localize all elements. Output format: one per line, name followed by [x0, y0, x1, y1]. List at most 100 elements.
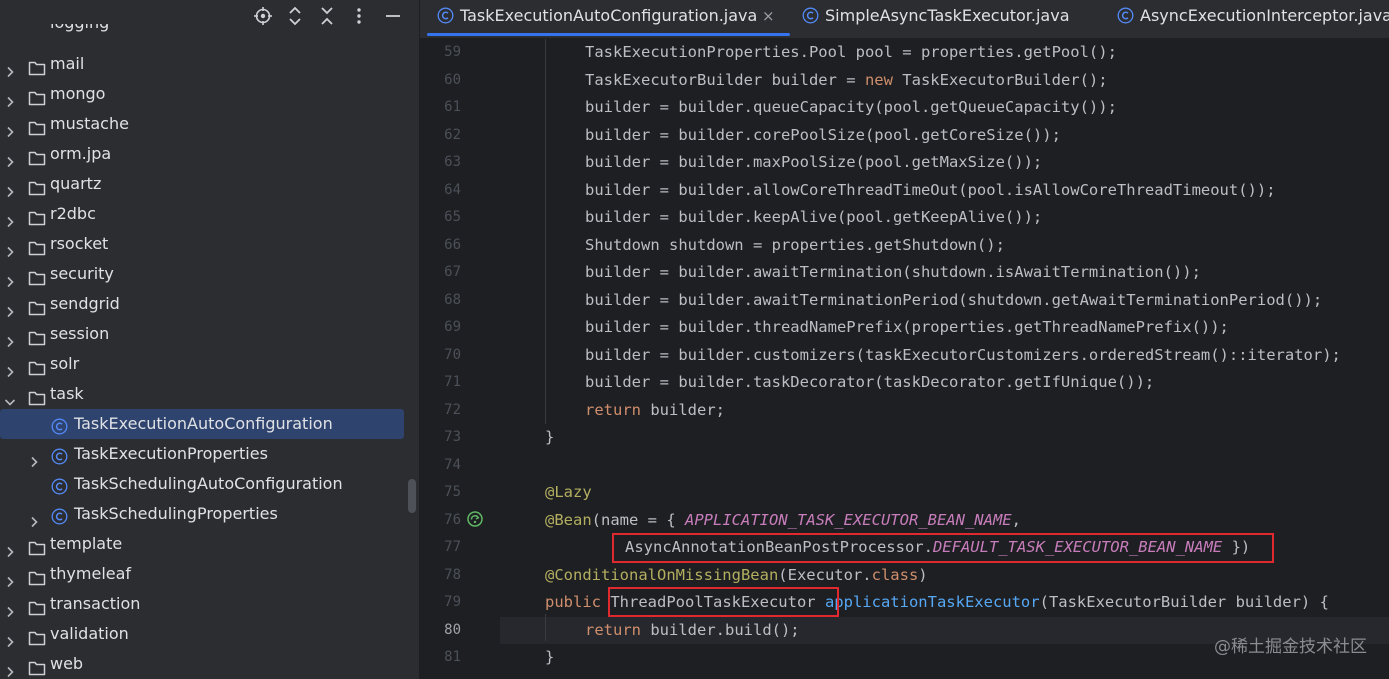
- tab-simple-async-task-executor[interactable]: SimpleAsyncTaskExecutor.java: [802, 0, 1082, 38]
- code-line[interactable]: @ConditionalOnMissingBean(Executor.class…: [545, 562, 928, 589]
- chevron-right-icon[interactable]: [4, 118, 16, 138]
- chevron-right-icon[interactable]: [4, 598, 16, 618]
- code-token: return: [585, 620, 641, 639]
- code-token: builder = builder.taskDecorator(taskDeco…: [585, 373, 1155, 391]
- tree-item-mongo[interactable]: mongo: [0, 79, 404, 109]
- code-token: applicationTaskExecutor: [824, 593, 1040, 611]
- chevron-right-icon[interactable]: [4, 88, 16, 108]
- chevron-right-icon[interactable]: [4, 298, 16, 318]
- bean-navigation-icon[interactable]: [467, 511, 483, 527]
- tab-label: AsyncExecutionInterceptor.java: [1140, 6, 1389, 25]
- tree-item-thymeleaf[interactable]: thymeleaf: [0, 559, 404, 589]
- tree-item-label: solr: [50, 354, 80, 373]
- more-options-icon[interactable]: [348, 4, 370, 26]
- tree-item-label: quartz: [50, 174, 102, 193]
- tree-item-taskexecutionautoconfiguration[interactable]: TaskExecutionAutoConfiguration: [0, 409, 404, 439]
- tree-item-sendgrid[interactable]: sendgrid: [0, 289, 404, 319]
- tree-item-taskschedulingautoconfiguration[interactable]: TaskSchedulingAutoConfiguration: [0, 469, 404, 499]
- chevron-right-icon[interactable]: [4, 268, 16, 288]
- code-line[interactable]: TaskExecutionProperties.Pool pool = prop…: [585, 39, 1117, 66]
- code-line[interactable]: return builder;: [585, 397, 725, 424]
- line-number: 73: [444, 429, 461, 445]
- tree-item-web[interactable]: web: [0, 649, 404, 679]
- code-token: new: [864, 70, 893, 89]
- chevron-right-icon[interactable]: [4, 328, 16, 348]
- tree-item-template[interactable]: template: [0, 529, 404, 559]
- code-line[interactable]: builder = builder.keepAlive(pool.getKeep…: [585, 204, 1042, 231]
- folder-icon: [28, 56, 46, 76]
- code-line[interactable]: builder = builder.awaitTerminationPeriod…: [585, 287, 1322, 314]
- tree-item-mail[interactable]: mail: [0, 49, 404, 79]
- tree-scrollbar[interactable]: [408, 479, 416, 513]
- chevron-right-icon[interactable]: [4, 538, 16, 558]
- tree-item-session[interactable]: session: [0, 319, 404, 349]
- code-line[interactable]: builder = builder.awaitTermination(shutd…: [585, 259, 1201, 286]
- line-number: 60: [444, 71, 461, 88]
- code-line[interactable]: builder = builder.customizers(taskExecut…: [585, 342, 1341, 369]
- chevron-right-icon[interactable]: [28, 508, 40, 528]
- code-line[interactable]: builder = builder.threadNamePrefix(prope…: [585, 314, 1229, 341]
- code-line[interactable]: builder = builder.queueCapacity(pool.get…: [585, 94, 1117, 121]
- folder-icon: [28, 266, 46, 286]
- tree-item-solr[interactable]: solr: [0, 349, 404, 379]
- tab-async-execution-interceptor[interactable]: AsyncExecutionInterceptor.java: [1117, 0, 1389, 38]
- code-line[interactable]: return builder.build();: [585, 617, 800, 644]
- code-line[interactable]: @Lazy: [545, 479, 592, 506]
- tree-item-label: rsocket: [50, 234, 109, 253]
- chevron-right-icon[interactable]: [4, 238, 16, 258]
- chevron-right-icon[interactable]: [28, 448, 40, 468]
- tree-item-r2dbc[interactable]: r2dbc: [0, 199, 404, 229]
- code-token: class: [871, 565, 919, 584]
- chevron-down-icon[interactable]: [4, 388, 16, 406]
- tree-item-transaction[interactable]: transaction: [0, 589, 404, 619]
- code-line[interactable]: builder = builder.corePoolSize(pool.getC…: [585, 122, 1061, 149]
- tree-item-label: mail: [50, 54, 85, 73]
- tree-item-taskexecutionproperties[interactable]: TaskExecutionProperties: [0, 439, 404, 469]
- chevron-right-icon[interactable]: [4, 628, 16, 648]
- expand-collapse-icon[interactable]: [284, 4, 306, 26]
- line-number: 67: [444, 264, 461, 280]
- code-token: (name = {: [591, 510, 685, 529]
- tab-task-execution-auto-configuration[interactable]: TaskExecutionAutoConfiguration.java ×: [427, 0, 790, 38]
- tree-item-task[interactable]: task: [0, 379, 404, 409]
- code-token: @Bean: [545, 510, 592, 529]
- tree-item-security[interactable]: security: [0, 259, 404, 289]
- code-line[interactable]: }: [545, 424, 554, 451]
- code-token: @Lazy: [545, 483, 592, 501]
- chevron-right-icon[interactable]: [4, 58, 16, 78]
- tree-item-quartz[interactable]: quartz: [0, 169, 404, 199]
- line-number: 79: [444, 594, 461, 610]
- tree-item-partial[interactable]: logging: [0, 24, 404, 44]
- chevron-right-icon[interactable]: [4, 658, 16, 678]
- locate-icon[interactable]: [252, 4, 274, 26]
- close-tab-icon[interactable]: ×: [762, 0, 775, 32]
- code-line[interactable]: @Bean(name = { APPLICATION_TASK_EXECUTOR…: [545, 507, 1021, 534]
- code-line[interactable]: TaskExecutorBuilder builder = new TaskEx…: [585, 67, 1108, 94]
- hide-icon[interactable]: [382, 4, 404, 26]
- code-token: builder = builder.keepAlive(pool.getKeep…: [585, 208, 1043, 226]
- chevron-right-icon[interactable]: [4, 148, 16, 168]
- tree-item-orm-jpa[interactable]: orm.jpa: [0, 139, 404, 169]
- tree-item-taskschedulingproperties[interactable]: TaskSchedulingProperties: [0, 499, 404, 529]
- line-number: 71: [444, 374, 461, 390]
- code-line[interactable]: builder = builder.allowCoreThreadTimeOut…: [585, 177, 1276, 204]
- tree-item-rsocket[interactable]: rsocket: [0, 229, 404, 259]
- code-line[interactable]: builder = builder.taskDecorator(taskDeco…: [585, 369, 1154, 396]
- chevron-right-icon[interactable]: [4, 358, 16, 378]
- code-editor[interactable]: 59 60 61 62 63 64 65 66 67 68 69 70 71 72 73 74 75 76 77 78…: [420, 39, 1389, 679]
- chevron-right-icon[interactable]: [4, 178, 16, 198]
- code-line[interactable]: builder = builder.maxPoolSize(pool.getMa…: [585, 149, 1042, 176]
- chevron-right-icon[interactable]: [4, 208, 16, 228]
- tab-label: SimpleAsyncTaskExecutor.java: [825, 6, 1070, 25]
- tree-item-mustache[interactable]: mustache: [0, 109, 404, 139]
- code-line[interactable]: }: [545, 644, 554, 671]
- tree-item-validation[interactable]: validation: [0, 619, 404, 649]
- code-token: public: [545, 593, 601, 611]
- chevron-right-icon[interactable]: [4, 568, 16, 588]
- indent-guide: [545, 39, 546, 424]
- collapse-all-icon[interactable]: [316, 4, 338, 26]
- class-icon: [51, 505, 68, 525]
- code-line[interactable]: Shutdown shutdown = properties.getShutdo…: [585, 232, 1005, 259]
- line-number: 68: [444, 291, 461, 308]
- tree-item-label: TaskSchedulingAutoConfiguration: [74, 474, 343, 493]
